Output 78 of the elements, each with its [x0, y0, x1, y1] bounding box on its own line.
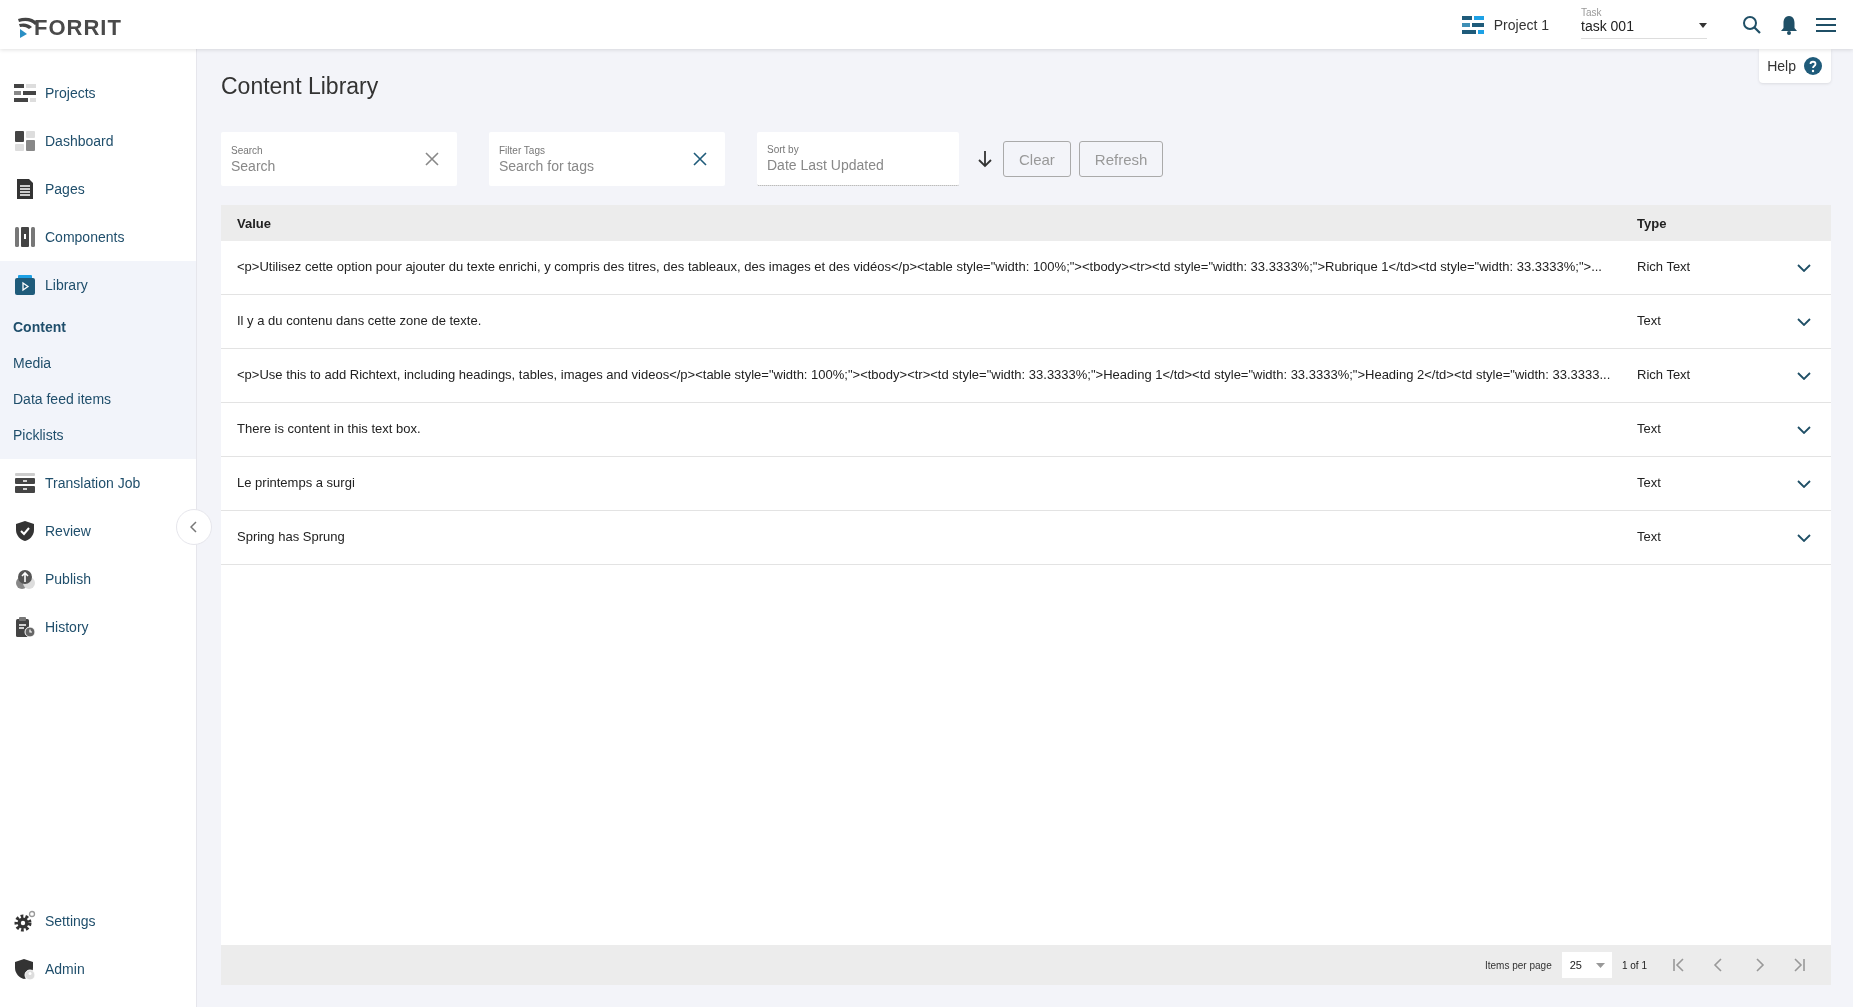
page-size-dropdown[interactable]: 25 — [1561, 952, 1612, 978]
chevron-down-icon[interactable] — [1797, 371, 1811, 380]
nav-item[interactable]: Admin — [0, 945, 91, 993]
close-icon[interactable] — [425, 152, 439, 166]
chevron-down-icon[interactable] — [1797, 263, 1811, 272]
nav-item[interactable]: Dashboard — [0, 117, 120, 165]
field-label: Search — [231, 144, 264, 156]
table-cell-text: Text — [1637, 529, 1662, 546]
nav-subitem[interactable]: Content — [0, 309, 196, 345]
logo-text: FORRIT — [34, 16, 122, 39]
bell-icon[interactable] — [1780, 14, 1798, 35]
logo[interactable]: FORRIT — [16, 10, 122, 39]
shield-user-icon — [14, 958, 36, 980]
nav-subitem[interactable]: Data feed items — [0, 381, 196, 417]
nav-item[interactable]: Publish — [0, 555, 97, 603]
search-field[interactable]: Filter Tags Search for tags — [489, 132, 725, 186]
library-icon — [14, 274, 36, 296]
nav-item[interactable]: Review — [0, 507, 97, 555]
table-cell-text: There is content in this text box. — [236, 421, 422, 438]
arrow-down-icon[interactable] — [977, 150, 993, 168]
chevron-down-icon[interactable] — [1797, 533, 1811, 542]
table-cell-text: Le printemps a surgi — [236, 475, 356, 492]
nav-subitem[interactable]: Picklists — [0, 417, 196, 453]
column-header: Value — [236, 215, 272, 231]
field-label: Sort by — [767, 144, 800, 155]
chevron-down-icon[interactable] — [1797, 479, 1811, 488]
table-cell-text: <p>Use this to add Richtext, including headings, tables, images and videos</p><table style="width: 100%;"><tbody><tr><td style="width: 33.3333%;">Heading 1</td><td style="width: 33.3333%;">Heading 2</td><td style="width: 33.3333... — [236, 367, 1612, 384]
nav-item[interactable]: Translation Job — [0, 459, 147, 507]
gear-icon — [14, 910, 36, 932]
sort-dropdown[interactable]: Sort by Date Last Updated — [757, 132, 959, 186]
project-selector[interactable]: Project 1 — [1461, 15, 1549, 34]
components-icon — [14, 226, 36, 248]
placeholder-text: Search — [231, 157, 277, 174]
page-size-value: 25 — [1569, 959, 1582, 971]
chevron-down-icon[interactable] — [1797, 425, 1811, 434]
nav-item[interactable]: History — [0, 603, 95, 651]
table-cell-text: Text — [1637, 421, 1662, 438]
table-cell-text: Spring has Sprung — [236, 529, 346, 546]
items-per-page-label: Items per page — [1485, 959, 1552, 971]
page-title: Content Library — [221, 73, 379, 100]
menu-icon[interactable] — [1816, 16, 1836, 33]
question-icon — [1804, 57, 1822, 75]
search-icon[interactable] — [1742, 14, 1762, 35]
field-label: Filter Tags — [499, 144, 546, 156]
task-label: Task — [1581, 6, 1603, 18]
search-field[interactable]: Search Search — [221, 132, 457, 186]
nav-item[interactable]: Projects — [0, 69, 102, 117]
grid-icon — [1461, 15, 1484, 34]
nav-item[interactable]: Pages — [0, 165, 91, 213]
task-dropdown[interactable]: Task task 001 — [1581, 6, 1707, 39]
dashboard-icon — [14, 130, 36, 152]
caret-icon — [1699, 23, 1707, 28]
help-button[interactable]: Help — [1759, 49, 1831, 83]
chevron-left-icon — [190, 521, 198, 533]
document-icon — [14, 178, 36, 200]
clipboard-clock-icon — [14, 616, 36, 638]
nav-subitem[interactable]: Media — [0, 345, 196, 381]
shield-check-icon — [14, 520, 36, 542]
table-cell-text: Text — [1637, 475, 1662, 492]
caret-icon — [1595, 962, 1605, 968]
table-cell-text: Il y a du contenu dans cette zone de texte. — [236, 313, 483, 330]
upload-icon — [14, 568, 36, 590]
placeholder-text: Date Last Updated — [767, 157, 885, 173]
nav-item[interactable]: Settings — [0, 897, 102, 945]
nav-item[interactable]: Library — [0, 261, 94, 309]
projects-icon — [14, 82, 36, 104]
table-cell-text: <p>Utilisez cette option pour ajouter du texte enrichi, y compris des titres, des tableaux, des images et des vidéos</p><table style="width: 100%;"><tbody><tr><td style="width: 33.3333%;">Rubrique 1</td><td style="width: 33.3333%;">... — [236, 259, 1603, 276]
column-header: Type — [1637, 215, 1668, 231]
table-cell-text: Rich Text — [1637, 259, 1692, 276]
table-cell-text: Rich Text — [1637, 367, 1692, 384]
task-value: task 001 — [1581, 17, 1634, 34]
chevron-down-icon[interactable] — [1797, 317, 1811, 326]
placeholder-text: Search for tags — [499, 157, 595, 174]
table-cell-text: Text — [1637, 313, 1662, 330]
drawers-icon — [14, 472, 36, 494]
nav-item[interactable]: Components — [0, 213, 131, 261]
close-icon[interactable] — [693, 152, 707, 166]
page-range: 1 of 1 — [1621, 959, 1647, 971]
